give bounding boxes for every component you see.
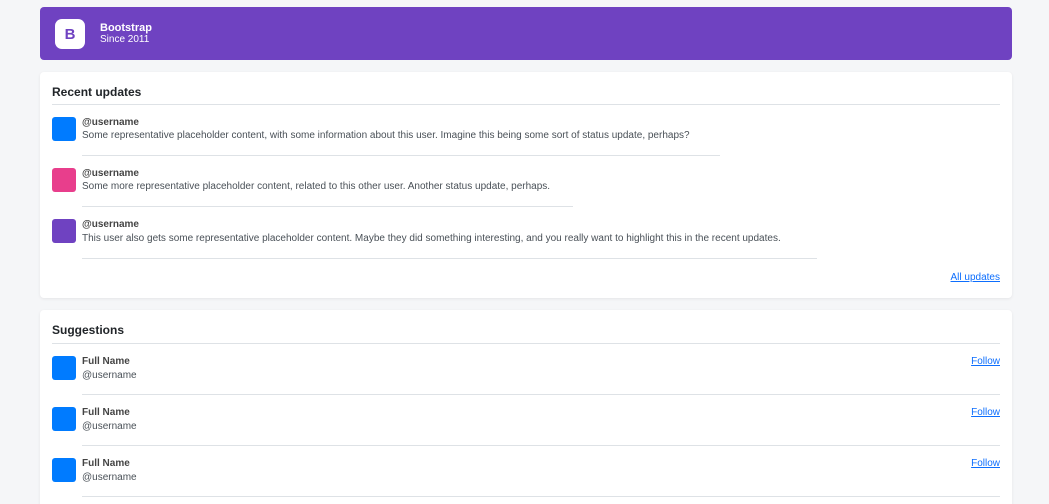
avatar (52, 458, 76, 482)
avatar (52, 168, 76, 192)
update-username: @username (82, 168, 139, 179)
update-text: Some representative placeholder content,… (82, 130, 690, 141)
divider (82, 258, 817, 259)
divider (52, 343, 1000, 344)
suggestion-full-name: Full Name (82, 356, 130, 367)
bootstrap-logo-icon: B (55, 18, 85, 49)
follow-link[interactable]: Follow (971, 407, 1000, 418)
divider (52, 104, 1000, 105)
follow-link[interactable]: Follow (971, 356, 1000, 367)
update-username: @username (82, 117, 139, 128)
update-text: Some more representative placeholder con… (82, 181, 551, 192)
divider (82, 394, 1000, 395)
suggestion-username: @username (82, 472, 137, 483)
divider (82, 445, 1000, 446)
brand-since: Since 2011 (100, 33, 150, 45)
divider (82, 496, 1000, 497)
divider (82, 206, 573, 207)
avatar (52, 407, 76, 431)
avatar (52, 117, 76, 141)
suggestion-username: @username (82, 370, 137, 381)
all-updates-link[interactable]: All updates (951, 272, 1000, 283)
brand-header: B Bootstrap Since 2011 (40, 7, 1012, 60)
suggestion-full-name: Full Name (82, 407, 130, 418)
avatar (52, 356, 76, 380)
card-title: Suggestions (52, 323, 125, 337)
divider (82, 155, 720, 156)
card-title: Recent updates (52, 85, 142, 99)
suggestion-username: @username (82, 421, 137, 432)
recent-updates-card: Recent updates @username Some representa… (40, 72, 1012, 298)
update-username: @username (82, 219, 139, 230)
svg-text:B: B (65, 26, 76, 43)
follow-link[interactable]: Follow (971, 458, 1000, 469)
avatar (52, 219, 76, 243)
update-text: This user also gets some representative … (82, 233, 781, 244)
suggestions-card: Suggestions Full Name @username Follow F… (40, 310, 1012, 504)
suggestion-full-name: Full Name (82, 458, 130, 469)
brand-name: Bootstrap (100, 21, 152, 34)
